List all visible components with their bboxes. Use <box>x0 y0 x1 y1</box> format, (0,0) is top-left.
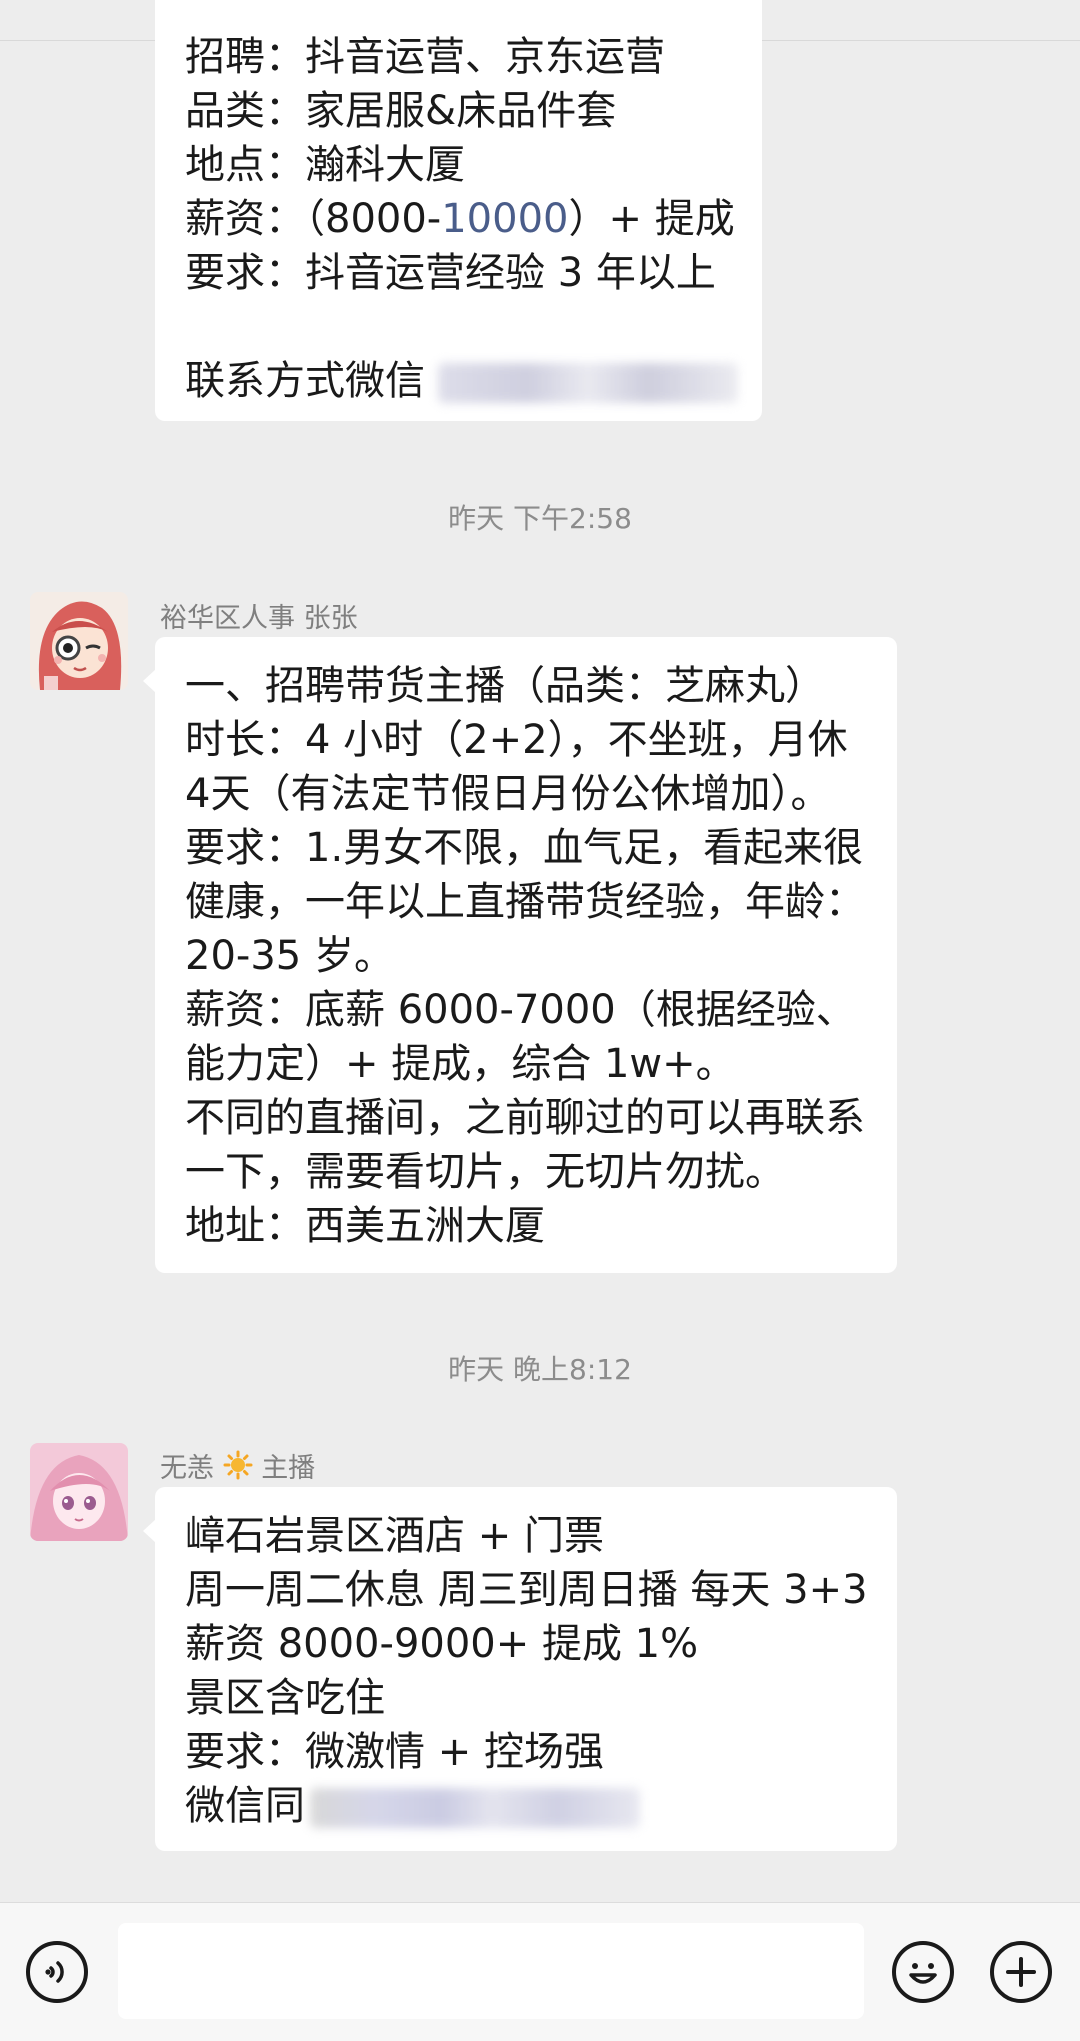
salary-number-link[interactable]: 10000 <box>441 196 568 242</box>
sun-icon <box>223 1450 253 1487</box>
message-line: 健康，一年以上直播带货经验，年龄： <box>185 879 865 925</box>
message-line: 招聘：抖音运营、京东运营 <box>185 34 665 80</box>
message-line: 要求：1.男女不限，血气足，看起来很 <box>185 825 864 871</box>
salary-suffix: ）+ 提成 <box>568 196 735 242</box>
message-line: 20-35 岁。 <box>185 933 394 979</box>
contact-line: 微信同 <box>185 1779 867 1833</box>
salary-line: 薪资：（8000-10000）+ 提成 <box>185 192 735 246</box>
message-line: 周一周二休息 周三到周日播 每天 3+3 <box>185 1567 868 1613</box>
plus-icon[interactable] <box>990 1941 1052 2003</box>
avatar[interactable] <box>30 1443 128 1541</box>
emoji-icon[interactable] <box>892 1941 954 2003</box>
message-line: 品类：家居服&床品件套 <box>185 88 617 134</box>
sender-name: 裕华区人事 张张 <box>160 603 358 634</box>
contact-label: 微信同 <box>185 1783 305 1829</box>
message-line: 景区含吃住 <box>185 1675 385 1721</box>
salary-prefix: 薪资：（8000- <box>185 196 442 242</box>
message-line: 一、招聘带货主播（品类：芝麻丸） <box>185 663 825 709</box>
message-line: 薪资：底薪 6000-7000（根据经验、 <box>185 987 856 1033</box>
message-line: 4天（有法定节假日月份公休增加）。 <box>185 771 831 817</box>
sender-name: 无恙 主播 <box>160 1446 315 1487</box>
message-bubble-2[interactable]: 一、招聘带货主播（品类：芝麻丸） 时长：4 小时（2+2），不坐班，月休 4天（… <box>143 637 897 1273</box>
redacted-wechat-id <box>309 1788 640 1828</box>
voice-icon[interactable] <box>26 1941 88 2003</box>
contact-line: 联系方式微信 <box>185 354 738 408</box>
message-line: 一下，需要看切片，无切片勿扰。 <box>185 1149 785 1195</box>
avatar-anime-girl-icon <box>30 1443 128 1541</box>
sender-role-text: 主播 <box>261 1453 316 1484</box>
message-bubble-1[interactable]: 招聘：抖音运营、京东运营 品类：家居服&床品件套 地点：瀚科大厦 薪资：（800… <box>155 0 762 421</box>
message-line: 地址：西美五洲大厦 <box>185 1203 545 1249</box>
message-line: 薪资 8000-9000+ 提成 1% <box>185 1621 699 1667</box>
timestamp: 昨天 晚上8:12 <box>448 1353 632 1386</box>
sender-name-text: 无恙 <box>160 1453 214 1484</box>
message-line: 能力定）+ 提成，综合 1w+。 <box>185 1041 736 1087</box>
message-line: 要求：微激情 + 控场强 <box>185 1729 604 1775</box>
timestamp: 昨天 下午2:58 <box>448 502 632 535</box>
avatar[interactable] <box>30 592 128 690</box>
message-line: 不同的直播间，之前聊过的可以再联系 <box>185 1095 865 1141</box>
message-line: 嶂石岩景区酒店 + 门票 <box>185 1513 604 1559</box>
message-line: 时长：4 小时（2+2），不坐班，月休 <box>185 717 848 763</box>
avatar-girl-icon <box>30 592 128 690</box>
message-bubble-3[interactable]: 嶂石岩景区酒店 + 门票 周一周二休息 周三到周日播 每天 3+3 薪资 800… <box>143 1487 897 1851</box>
contact-label: 联系方式微信 <box>185 358 425 404</box>
input-bar <box>0 1902 1080 2041</box>
message-line: 要求：抖音运营经验 3 年以上 <box>185 250 716 296</box>
redacted-wechat-id <box>437 363 738 403</box>
message-line: 地点：瀚科大厦 <box>185 142 465 188</box>
message-input[interactable] <box>118 1923 864 2019</box>
